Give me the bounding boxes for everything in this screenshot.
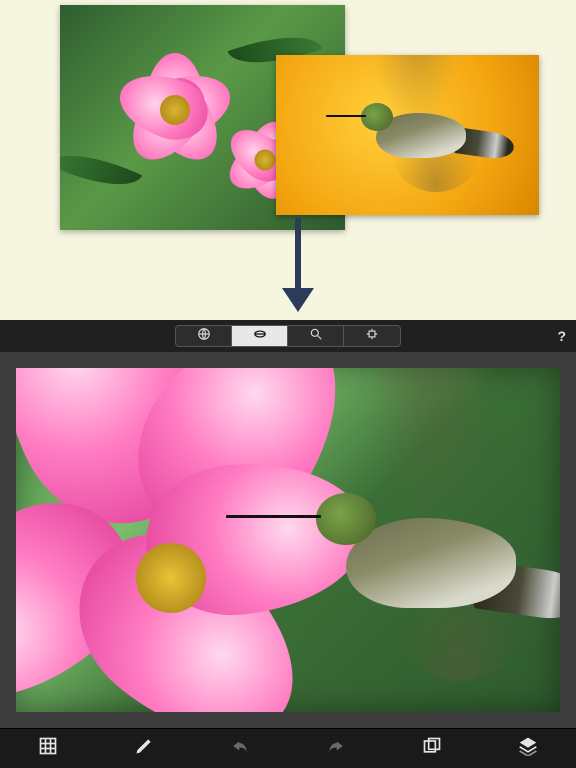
- composite-canvas[interactable]: [16, 368, 560, 712]
- main-toolbar: [0, 728, 576, 768]
- expand-icon: [365, 327, 379, 346]
- combine-arrow-icon: [282, 218, 314, 312]
- brush-icon: [134, 736, 154, 761]
- redo-button[interactable]: [306, 729, 366, 768]
- layers-icon: [518, 736, 538, 761]
- pan-mode-button[interactable]: [176, 326, 232, 346]
- overview-illustration: [0, 0, 576, 320]
- compare-button[interactable]: [402, 729, 462, 768]
- view-toolbar: ?: [0, 320, 576, 352]
- globe-icon: [197, 327, 211, 346]
- compare-icon: [422, 736, 442, 761]
- source-photo-b: [276, 55, 539, 215]
- layers-button[interactable]: [498, 729, 558, 768]
- view-mode-segmented: [175, 325, 401, 347]
- zoom-mode-button[interactable]: [288, 326, 344, 346]
- canvas-viewport[interactable]: [0, 352, 576, 728]
- grid-icon: [38, 736, 58, 761]
- editor-panel: ?: [0, 320, 576, 768]
- grid-button[interactable]: [18, 729, 78, 768]
- redo-icon: [325, 737, 347, 760]
- fit-mode-button[interactable]: [344, 326, 400, 346]
- search-icon: [309, 327, 323, 346]
- scroll-mode-button[interactable]: [232, 326, 288, 346]
- help-button[interactable]: ?: [557, 320, 566, 352]
- brush-button[interactable]: [114, 729, 174, 768]
- scroll-icon: [253, 327, 267, 346]
- help-label: ?: [557, 328, 566, 344]
- undo-icon: [229, 737, 251, 760]
- undo-button[interactable]: [210, 729, 270, 768]
